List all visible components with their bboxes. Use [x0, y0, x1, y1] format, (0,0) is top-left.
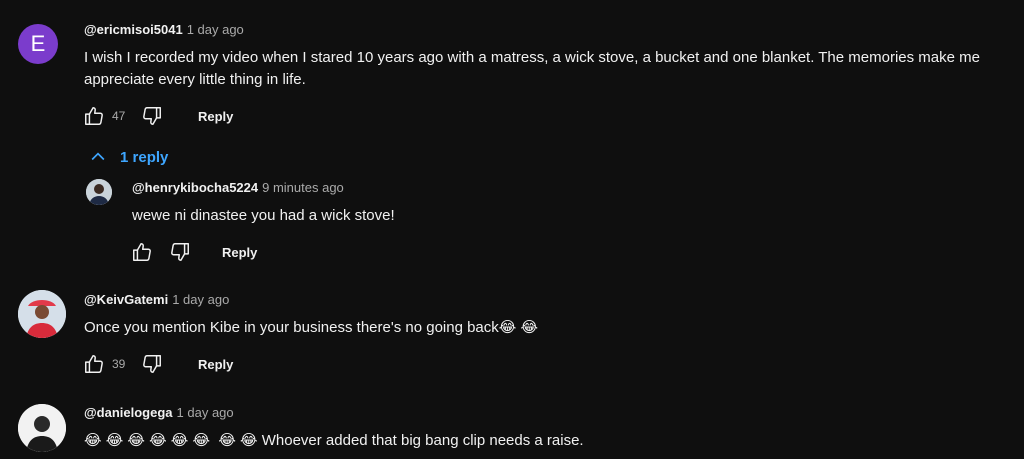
person-avatar-image — [18, 404, 66, 452]
reply-button[interactable]: Reply — [198, 109, 233, 124]
comment-header: @KeivGatemi 1 day ago — [84, 292, 229, 307]
like-button[interactable] — [130, 240, 154, 264]
dislike-button[interactable] — [140, 104, 164, 128]
dislike-button[interactable] — [168, 240, 192, 264]
avatar-letter: E — [30, 31, 46, 56]
avatar[interactable]: E — [18, 24, 58, 64]
reply-button[interactable]: Reply — [222, 245, 257, 260]
reply-button[interactable]: Reply — [198, 357, 233, 372]
comment-author[interactable]: @KeivGatemi — [84, 292, 168, 307]
comment-time[interactable]: 1 day ago — [187, 22, 244, 37]
reply-time[interactable]: 9 minutes ago — [262, 180, 344, 195]
avatar[interactable] — [18, 404, 66, 452]
reply-actions: Reply — [130, 240, 257, 264]
like-count: 39 — [112, 357, 126, 371]
reply-text: wewe ni dinastee you had a wick stove! — [132, 207, 395, 224]
comment-text: I wish I recorded my video when I stared… — [84, 49, 980, 88]
dislike-icon — [171, 243, 189, 261]
like-button[interactable] — [82, 352, 106, 376]
like-icon — [85, 107, 103, 125]
replies-toggle-label: 1 reply — [120, 148, 169, 166]
comment-header: @danielogega 1 day ago — [84, 405, 234, 420]
reply-avatar[interactable] — [86, 179, 112, 205]
chevron-up-icon — [91, 152, 105, 161]
comment-text: 😂 😂 😂 😂 😂 😂 😂 😂 Whoever added that big b… — [84, 432, 584, 449]
like-icon — [133, 243, 151, 261]
person-avatar-image — [86, 179, 112, 205]
avatar[interactable] — [18, 290, 66, 338]
comment-text: Once you mention Kibe in your business t… — [84, 319, 538, 336]
comment-time[interactable]: 1 day ago — [172, 292, 229, 307]
person-avatar-image — [18, 290, 66, 338]
comment-actions: 47 Reply — [82, 104, 233, 128]
dislike-icon — [143, 355, 161, 373]
dislike-button[interactable] — [140, 352, 164, 376]
reply-header: @henrykibocha5224 9 minutes ago — [132, 180, 344, 195]
comment-header: @ericmisoi5041 1 day ago — [84, 22, 244, 37]
like-icon — [85, 355, 103, 373]
reply-author[interactable]: @henrykibocha5224 — [132, 180, 258, 195]
comment-time[interactable]: 1 day ago — [177, 405, 234, 420]
like-button[interactable] — [82, 104, 106, 128]
comment-author[interactable]: @danielogega — [84, 405, 173, 420]
comment-actions: 39 Reply — [82, 352, 233, 376]
dislike-icon — [143, 107, 161, 125]
like-count: 47 — [112, 109, 126, 123]
comment-author[interactable]: @ericmisoi5041 — [84, 22, 183, 37]
replies-toggle[interactable]: 1 reply — [88, 147, 168, 167]
